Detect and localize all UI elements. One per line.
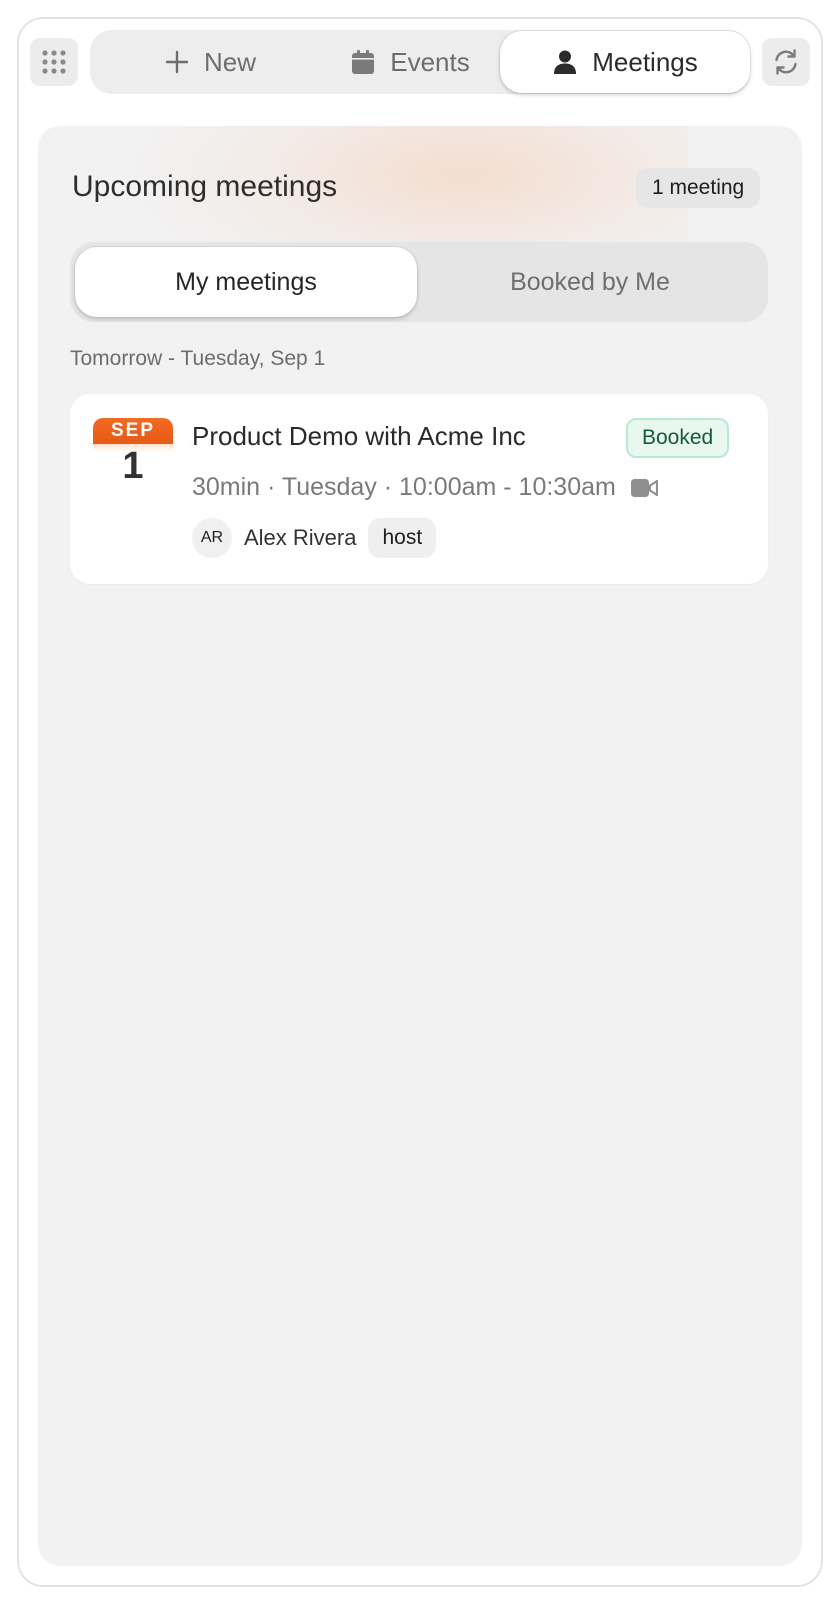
tab-events-label: Events [390,46,470,77]
date-month: SEP [93,418,173,444]
refresh-icon [775,49,797,75]
tab-new[interactable]: New [110,30,310,94]
tab-meetings-label: Meetings [592,46,698,77]
panel-title: Upcoming meetings [72,170,338,203]
video-camera-icon [630,478,658,497]
status-badge: Booked [626,418,730,458]
meeting-card[interactable]: SEP 1 Product Demo with Acme Inc Booked … [70,394,768,584]
apps-grid-button[interactable] [30,38,78,86]
meeting-count-badge: 1 meeting [636,168,761,208]
plus-icon [165,50,189,74]
upcoming-meetings-panel: Upcoming meetings 1 meeting My meetings … [38,126,802,1566]
host-name: Alex Rivera [244,525,357,550]
host-role-tag: host [368,518,437,558]
avatar: AR [192,518,232,558]
meeting-title: Product Demo with Acme Inc [192,421,526,451]
person-icon [554,50,577,74]
tab-new-label: New [203,46,256,77]
main-tabs: New Events Meetings [90,30,750,94]
calendar-icon [352,50,375,74]
meetings-filter-segmented-control: My meetings Booked by Me [70,242,768,322]
meeting-meta: 30min · Tuesday · 10:00am - 10:30am [192,473,658,502]
segment-my-meetings[interactable]: My meetings [75,247,417,317]
day-group-heading: Tomorrow - Tuesday, Sep 1 [70,347,326,370]
date-day: 1 [122,445,144,487]
refresh-button[interactable] [762,38,810,86]
meeting-time: 30min · Tuesday · 10:00am - 10:30am [192,473,616,501]
tab-meetings[interactable]: Meetings [500,31,750,93]
calendar-date-icon: SEP 1 [93,418,173,498]
grid-icon [42,50,66,74]
segment-booked-by-me[interactable]: Booked by Me [417,247,763,317]
host-row: AR Alex Rivera host [192,518,437,558]
tab-events[interactable]: Events [300,30,520,94]
